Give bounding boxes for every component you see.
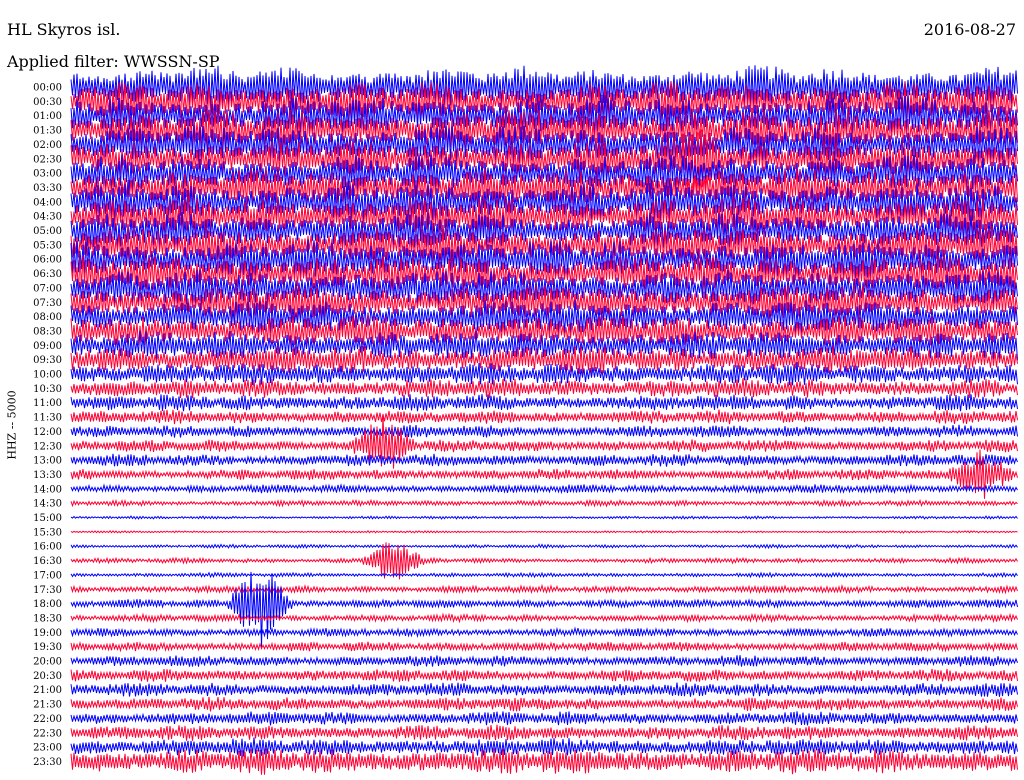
tick-label: 20:00 [33,657,62,668]
tick-label: 11:30 [33,413,62,424]
tick-label: 05:00 [33,226,62,237]
tick-label: 19:00 [33,628,62,639]
tick-label: 01:30 [33,126,62,137]
trace-row [70,498,1018,508]
trace-row [70,696,1018,712]
trace-row [70,668,1018,682]
tick-label: 06:30 [33,269,62,280]
tick-label: 03:30 [33,183,62,194]
tick-label: 14:00 [33,484,62,495]
time-tick-labels: 00:00 00:30 01:00 01:30 02:00 02:30 03:00 03:30… [33,83,62,768]
trace-group [70,65,1018,775]
tick-label: 10:30 [33,384,62,395]
tick-label: 19:30 [33,642,62,653]
tick-label: 01:00 [33,111,62,122]
trace-row [70,583,1018,595]
tick-label: 00:30 [33,97,62,108]
tick-label: 18:00 [33,599,62,610]
trace-row [70,626,1018,639]
trace-row [70,515,1018,520]
trace-row [70,543,1018,550]
tick-label: 04:30 [33,212,62,223]
tick-label: 07:30 [33,298,62,309]
tick-label: 11:00 [33,398,62,409]
seismogram-plot: 00:00 00:30 01:00 01:30 02:00 02:30 03:00 03:30… [33,65,1018,775]
trace-row [70,655,1018,667]
tick-label: 04:00 [33,197,62,208]
tick-label: 20:30 [33,671,62,682]
tick-label: 16:30 [33,556,62,567]
trace-row [70,612,1018,624]
tick-label: 09:00 [33,341,62,352]
trace-row [70,571,1018,648]
trace-row [70,711,1018,726]
tick-label: 07:00 [33,283,62,294]
trace-row [70,640,1018,653]
tick-label: 14:30 [33,499,62,510]
tick-label: 13:30 [33,470,62,481]
trace-row [70,682,1018,697]
tick-label: 22:00 [33,714,62,725]
tick-label: 23:30 [33,757,62,768]
tick-label: 12:00 [33,427,62,438]
tick-label: 21:30 [33,700,62,711]
tick-label: 02:00 [33,140,62,151]
trace-row [70,409,1018,425]
trace-row [70,571,1018,579]
tick-label: 16:00 [33,542,62,553]
tick-label: 13:00 [33,456,62,467]
tick-label: 02:30 [33,154,62,165]
tick-label: 00:00 [33,83,62,94]
trace-row [70,748,1018,775]
trace-row [70,378,1018,399]
tick-label: 18:30 [33,613,62,624]
tick-label: 03:00 [33,169,62,180]
tick-label: 23:00 [33,743,62,754]
tick-label: 15:30 [33,527,62,538]
tick-label: 08:00 [33,312,62,323]
tick-label: 17:30 [33,585,62,596]
trace-row [70,394,1018,412]
filter-label: Applied filter: WWSSN-SP [7,52,220,71]
tick-label: 21:00 [33,685,62,696]
tick-label: 05:30 [33,240,62,251]
trace-row [70,483,1018,495]
trace-row [70,529,1018,534]
tick-label: 08:30 [33,326,62,337]
tick-label: 17:00 [33,570,62,581]
trace-row [70,424,1018,438]
tick-label: 22:30 [33,728,62,739]
tick-label: 12:30 [33,441,62,452]
trace-row [70,453,1018,467]
trace-row [70,724,1018,741]
tick-label: 15:00 [33,513,62,524]
tick-label: 06:00 [33,255,62,266]
tick-label: 09:30 [33,355,62,366]
tick-label: 10:00 [33,370,62,381]
